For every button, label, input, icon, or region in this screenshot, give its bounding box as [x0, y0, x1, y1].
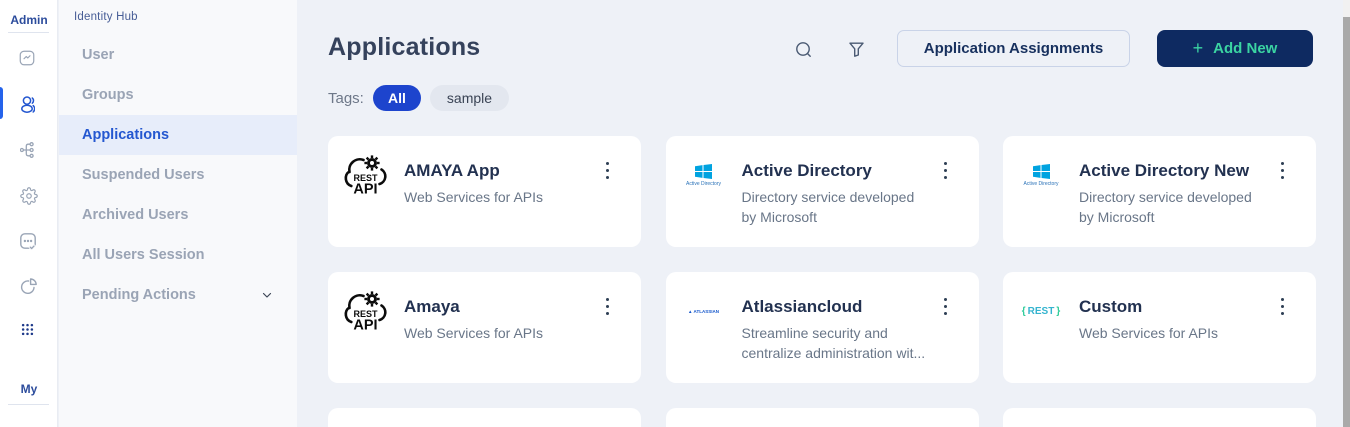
svg-text:API: API	[353, 182, 377, 198]
svg-text:API: API	[353, 318, 377, 334]
